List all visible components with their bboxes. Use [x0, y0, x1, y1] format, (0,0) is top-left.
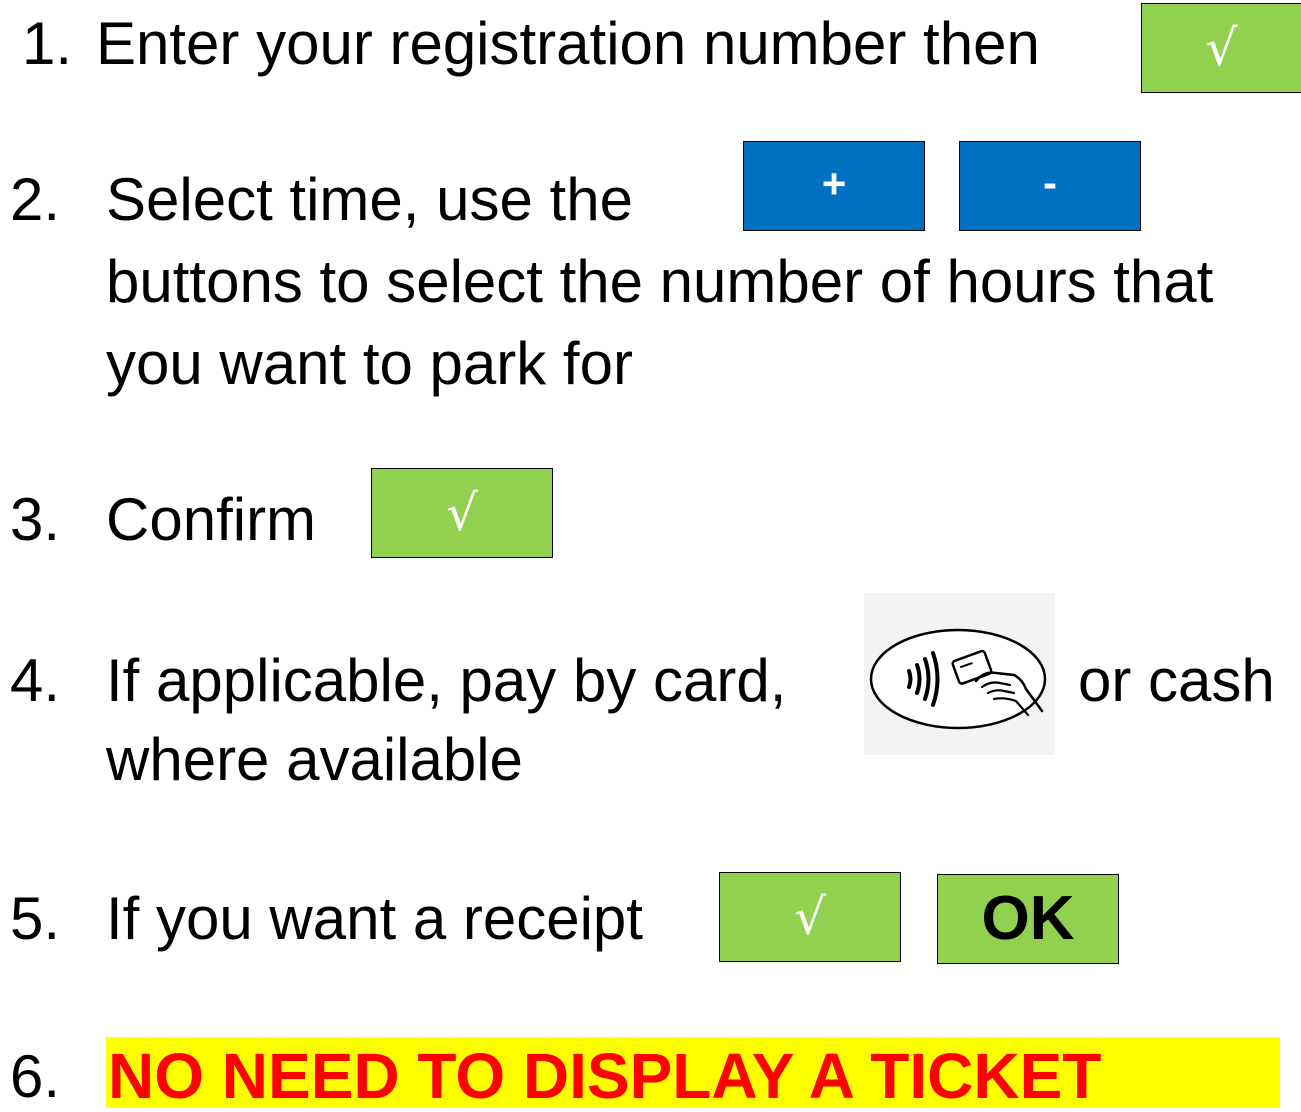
plus-icon: +	[821, 160, 847, 207]
minus-icon: -	[1043, 159, 1057, 206]
ok-button[interactable]: OK	[937, 874, 1119, 964]
step4-line1-before: If applicable, pay by card,	[106, 647, 787, 714]
step2-line3: you want to park for	[106, 330, 633, 397]
tick-icon: √	[1205, 19, 1238, 77]
plus-button[interactable]: +	[743, 141, 925, 231]
step4-line2: where available	[106, 726, 523, 793]
confirm-tick-button[interactable]: √	[371, 468, 553, 558]
step2-line1: Select time, use the	[106, 166, 633, 233]
step1-tick-button[interactable]: √	[1141, 3, 1301, 93]
step2-line2: buttons to select the number of hours th…	[106, 248, 1214, 315]
step6-number: 6.	[10, 1043, 61, 1110]
no-ticket-warning: NO NEED TO DISPLAY A TICKET	[108, 1040, 1102, 1112]
ok-label: OK	[981, 884, 1075, 953]
contactless-card-icon	[864, 593, 1055, 755]
receipt-tick-button[interactable]: √	[719, 872, 901, 962]
contactless-card-svg	[869, 628, 1047, 730]
step4-line1-after: or cash	[1078, 647, 1275, 714]
tick-icon: √	[446, 484, 478, 542]
step4-number: 4.	[10, 647, 61, 714]
tick-icon: √	[794, 888, 826, 946]
step1-text: Enter your registration number then	[96, 10, 1040, 77]
step2-number: 2.	[10, 166, 61, 233]
step3-text: Confirm	[106, 486, 317, 553]
step1-number: 1.	[22, 10, 73, 77]
minus-button[interactable]: -	[959, 141, 1141, 231]
step3-number: 3.	[10, 486, 61, 553]
step5-number: 5.	[10, 885, 61, 952]
step5-text: If you want a receipt	[106, 885, 643, 952]
